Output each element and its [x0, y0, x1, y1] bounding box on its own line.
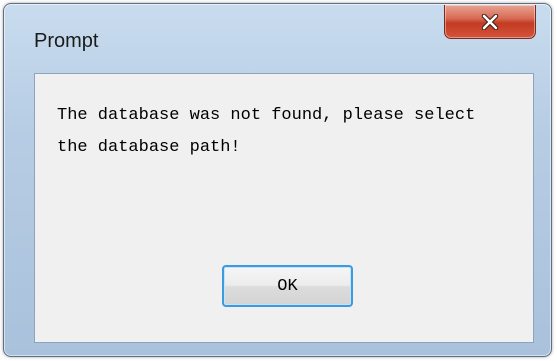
prompt-dialog: Prompt The database was not found, pleas… — [3, 3, 552, 357]
close-button[interactable] — [444, 5, 536, 39]
ok-button[interactable]: OK — [222, 265, 353, 307]
dialog-body: The database was not found, please selec… — [34, 73, 534, 343]
close-icon — [481, 13, 499, 30]
dialog-message: The database was not found, please selec… — [57, 106, 476, 157]
dialog-title: Prompt — [34, 30, 99, 52]
